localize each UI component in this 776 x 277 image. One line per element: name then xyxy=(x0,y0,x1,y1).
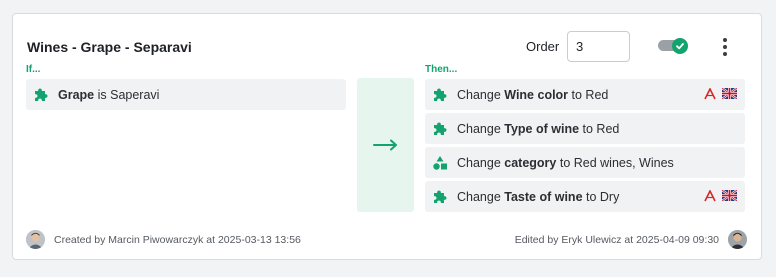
action-text: Change xyxy=(457,87,505,102)
uk-flag-icon xyxy=(722,88,737,99)
avatar xyxy=(26,230,45,249)
created-text: Created by Marcin Piwowarczyk at 2025-03… xyxy=(54,233,301,246)
order-label: Order xyxy=(526,39,560,54)
then-label: Then... xyxy=(425,64,458,75)
puzzle-icon xyxy=(434,189,447,203)
rule-card: Wines - Grape - Separavi Order If... The… xyxy=(12,13,762,260)
action-attribute: Type of wine xyxy=(504,121,580,136)
created-info: Created by Marcin Piwowarczyk at 2025-03… xyxy=(26,230,301,249)
shapes-icon xyxy=(433,155,447,170)
action-text: Change xyxy=(457,121,505,136)
edited-info: Edited by Eryk Ulewicz at 2025-04-09 09:… xyxy=(515,230,747,249)
arrow-right-icon xyxy=(372,139,397,151)
puzzle-icon xyxy=(434,87,447,101)
edited-text: Edited by Eryk Ulewicz at 2025-04-09 09:… xyxy=(514,233,719,246)
more-options-button[interactable] xyxy=(715,36,735,58)
uk-flag-icon xyxy=(722,190,737,201)
condition-row[interactable]: Grape is Saperavi xyxy=(26,79,346,110)
condition-text: is Saperavi xyxy=(94,87,160,102)
action-text: to Dry xyxy=(582,189,620,204)
action-row[interactable]: Change Type of wine to Red xyxy=(425,113,745,144)
enabled-toggle[interactable] xyxy=(658,38,690,55)
order-input[interactable] xyxy=(567,31,630,62)
pdf-icon xyxy=(704,88,716,100)
action-attribute: category xyxy=(504,155,557,170)
action-text: Change xyxy=(457,155,505,170)
action-text: to Red xyxy=(579,121,620,136)
action-attribute: Taste of wine xyxy=(504,189,583,204)
arrow-separator xyxy=(357,78,414,212)
puzzle-icon xyxy=(35,87,48,101)
action-text: Change xyxy=(457,189,505,204)
action-row[interactable]: Change category to Red wines, Wines xyxy=(425,147,745,178)
rule-title: Wines - Grape - Separavi xyxy=(27,39,192,55)
action-text: to Red wines, Wines xyxy=(556,155,674,170)
puzzle-icon xyxy=(434,121,447,135)
action-row[interactable]: Change Wine color to Red xyxy=(425,79,745,110)
action-text: to Red xyxy=(568,87,609,102)
check-icon xyxy=(672,38,688,54)
action-row[interactable]: Change Taste of wine to Dry xyxy=(425,181,745,212)
condition-attribute: Grape xyxy=(58,87,95,102)
pdf-icon xyxy=(704,190,716,202)
if-label: If... xyxy=(26,64,41,75)
avatar xyxy=(728,230,747,249)
action-attribute: Wine color xyxy=(504,87,569,102)
